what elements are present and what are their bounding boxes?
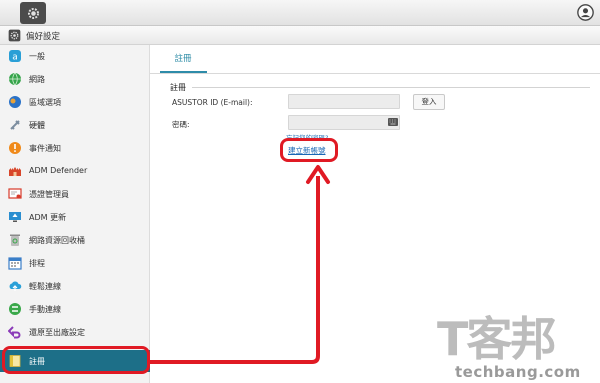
user-account-icon[interactable] xyxy=(577,4,594,21)
general-icon: a xyxy=(9,50,21,63)
password-label: 密碼: xyxy=(172,120,190,129)
window-title: 偏好設定 xyxy=(26,32,61,42)
globe-icon xyxy=(9,72,21,86)
sidebar: a 一般 網路 區域選項 硬體 事件通知 ADM Defender 憑證管理員 … xyxy=(0,45,150,383)
preferences-icon xyxy=(8,29,21,42)
sidebar-item-adm-update[interactable]: ADM 更新 xyxy=(0,206,150,228)
gear-icon xyxy=(27,7,39,19)
factory-reset-icon xyxy=(8,326,21,339)
sidebar-item-recycle-bin[interactable]: 網路資源回收桶 xyxy=(0,229,150,251)
tab-register[interactable]: 註冊 xyxy=(160,52,206,71)
section-divider xyxy=(192,87,590,88)
svg-text:a: a xyxy=(12,53,18,63)
sidebar-item-factory-reset[interactable]: 還原至出廠設定 xyxy=(0,321,150,343)
update-icon xyxy=(9,212,21,222)
sidebar-item-notification[interactable]: 事件通知 xyxy=(0,137,150,159)
sidebar-item-adm-defender[interactable]: ADM Defender xyxy=(0,160,150,182)
region-icon xyxy=(9,96,21,108)
sidebar-item-easy-connect[interactable]: 輕鬆連線 xyxy=(0,275,150,297)
login-button[interactable]: 登入 xyxy=(413,94,445,110)
sidebar-item-general[interactable]: a 一般 xyxy=(0,45,150,67)
sidebar-item-schedule[interactable]: 排程 xyxy=(0,252,150,274)
cloud-connect-icon xyxy=(9,281,22,291)
hardware-icon xyxy=(10,120,20,130)
sidebar-item-hardware[interactable]: 硬體 xyxy=(0,114,150,136)
techbang-logo: T客邦 xyxy=(437,312,556,366)
preferences-app-button[interactable] xyxy=(20,2,46,24)
top-bar xyxy=(0,0,600,26)
keyboard-icon[interactable] xyxy=(388,118,398,126)
sidebar-item-certificate-manager[interactable]: 憑證管理員 xyxy=(0,183,150,205)
manual-connect-icon xyxy=(9,303,21,315)
recycle-bin-icon xyxy=(10,234,20,246)
notification-icon xyxy=(9,142,21,154)
certificate-icon xyxy=(8,188,22,199)
defender-icon xyxy=(9,167,21,176)
sidebar-item-manual-connect[interactable]: 手動連線 xyxy=(0,298,150,320)
asustor-id-label: ASUSTOR ID (E-mail): xyxy=(172,98,253,107)
schedule-icon xyxy=(8,257,22,270)
sidebar-item-network[interactable]: 網路 xyxy=(0,68,150,90)
create-account-highlight xyxy=(280,138,338,162)
password-input[interactable] xyxy=(288,115,400,130)
sidebar-item-region[interactable]: 區域選項 xyxy=(0,91,150,113)
register-highlight xyxy=(2,346,150,374)
watermark-url: techbang.com xyxy=(455,363,581,381)
window-title-bar: 偏好設定 xyxy=(0,26,600,45)
tab-register-label: 註冊 xyxy=(174,54,192,64)
section-title: 註冊 xyxy=(170,83,186,92)
asustor-id-input[interactable] xyxy=(288,94,400,109)
tab-divider xyxy=(150,73,600,74)
